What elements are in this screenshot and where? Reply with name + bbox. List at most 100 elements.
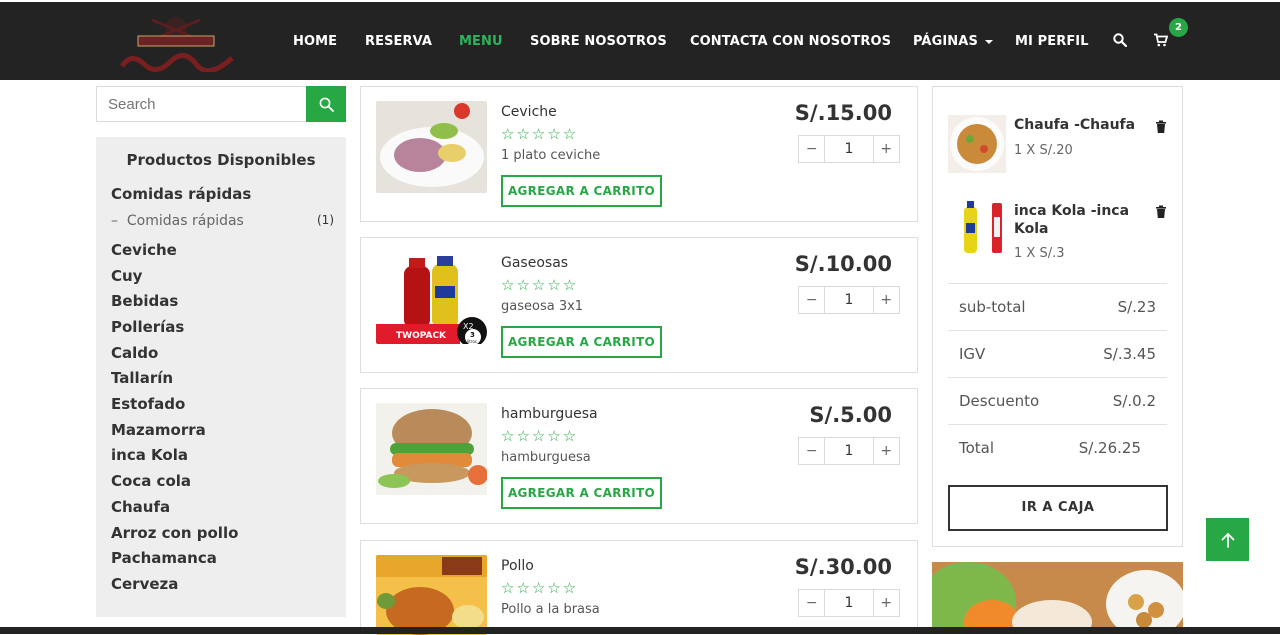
trash-icon[interactable] — [1154, 120, 1168, 134]
increment-button[interactable]: + — [874, 438, 899, 464]
summary-amount: S/.26.25 — [1078, 439, 1141, 457]
category-item[interactable]: inca Kola — [111, 446, 188, 464]
cart-item-image[interactable] — [948, 199, 1006, 257]
search-input[interactable] — [96, 86, 306, 122]
cart-item-qty: 1 X S/.3 — [1014, 246, 1065, 261]
category-item[interactable]: Chaufa — [111, 498, 170, 516]
product-card: hamburguesa ☆☆☆☆☆ hamburguesa AGREGAR A … — [360, 388, 918, 524]
sidebar-title: Productos Disponibles — [126, 151, 316, 169]
decrement-button[interactable]: − — [799, 136, 824, 162]
product-name[interactable]: hamburguesa — [501, 406, 598, 422]
nav-mi-perfil[interactable]: MI PERFIL — [1015, 34, 1089, 49]
category-item[interactable]: Coca cola — [111, 472, 191, 490]
quantity-value[interactable]: 1 — [824, 287, 874, 313]
checkout-button[interactable]: IR A CAJA — [948, 485, 1168, 531]
product-price: S/.10.00 — [794, 252, 892, 276]
rating-stars[interactable]: ☆☆☆☆☆ — [501, 276, 578, 294]
subcategory-comidas-rapidas[interactable]: – Comidas rápidas — [111, 213, 244, 229]
taskbar-strip — [0, 627, 1280, 634]
product-card: Pollo ☆☆☆☆☆ Pollo a la brasa S/.30.00 − … — [360, 540, 918, 635]
nav-paginas-label: PÁGINAS — [913, 34, 978, 49]
product-image-ceviche[interactable] — [376, 101, 487, 193]
search-icon — [319, 97, 334, 112]
summary-label: sub-total — [959, 298, 1026, 316]
summary-row-total: Total S/.26.25 — [948, 424, 1167, 471]
product-name[interactable]: Pollo — [501, 558, 534, 574]
scroll-to-top-button[interactable] — [1206, 518, 1249, 561]
quantity-value[interactable]: 1 — [824, 438, 874, 464]
rating-stars[interactable]: ☆☆☆☆☆ — [501, 125, 578, 143]
summary-row-descuento: Descuento S/.0.2 — [948, 377, 1167, 424]
trash-icon[interactable] — [1154, 205, 1168, 219]
nav-sobre-nosotros[interactable]: SOBRE NOSOTROS — [530, 34, 667, 49]
summary-row-igv: IGV S/.3.45 — [948, 330, 1167, 377]
summary-label: Total — [959, 439, 995, 457]
cart-count-badge: 2 — [1169, 18, 1188, 37]
quantity-stepper: − 1 + — [798, 589, 900, 617]
increment-button[interactable]: + — [874, 287, 899, 313]
product-price: S/.30.00 — [794, 555, 892, 579]
nav-paginas[interactable]: PÁGINAS — [913, 34, 993, 49]
quantity-value[interactable]: 1 — [824, 590, 874, 616]
promo-banner-image[interactable] — [932, 562, 1183, 634]
top-navbar: HOME RESERVA MENU SOBRE NOSOTROS CONTACT… — [0, 2, 1280, 80]
rating-stars[interactable]: ☆☆☆☆☆ — [501, 427, 578, 445]
category-item[interactable]: Cuy — [111, 267, 142, 285]
product-name[interactable]: Gaseosas — [501, 255, 568, 271]
quantity-stepper: − 1 + — [798, 286, 900, 314]
product-description: hamburguesa — [501, 450, 591, 465]
cart-item-name[interactable]: inca Kola -inca Kola — [1014, 202, 1149, 238]
search-button[interactable] — [306, 86, 346, 122]
product-image-gaseosas[interactable]: TWOPACK X2 3 litros — [376, 252, 487, 344]
category-item[interactable]: Arroz con pollo — [111, 524, 238, 542]
quantity-value[interactable]: 1 — [824, 136, 874, 162]
category-item[interactable]: Bebidas — [111, 292, 178, 310]
caret-down-icon — [984, 39, 993, 44]
category-comidas-rapidas[interactable]: Comidas rápidas — [111, 185, 251, 203]
product-card: TWOPACK X2 3 litros Gaseosas ☆☆☆☆☆ gaseo… — [360, 237, 918, 373]
increment-button[interactable]: + — [874, 136, 899, 162]
cart-item-name[interactable]: Chaufa -Chaufa — [1014, 116, 1149, 134]
decrement-button[interactable]: − — [799, 590, 824, 616]
product-card: Ceviche ☆☆☆☆☆ 1 plato ceviche AGREGAR A … — [360, 86, 918, 222]
cart-item-image[interactable] — [948, 115, 1006, 173]
nav-reserva[interactable]: RESERVA — [365, 34, 432, 49]
category-item[interactable]: Caldo — [111, 344, 158, 362]
promo-label: TWOPACK — [396, 331, 447, 341]
add-to-cart-button[interactable]: AGREGAR A CARRITO — [501, 326, 662, 358]
category-item[interactable]: Pachamanca — [111, 549, 217, 567]
subcategory-count: (1) — [317, 213, 334, 227]
category-item[interactable]: Mazamorra — [111, 421, 206, 439]
quantity-stepper: − 1 + — [798, 135, 900, 163]
category-sidebar: Productos Disponibles Comidas rápidas – … — [96, 137, 346, 617]
category-item[interactable]: Ceviche — [111, 241, 177, 259]
promo-badge-unit: litros — [467, 339, 477, 344]
nav-menu[interactable]: MENU — [459, 34, 503, 49]
decrement-button[interactable]: − — [799, 438, 824, 464]
summary-amount: S/.3.45 — [1103, 345, 1156, 363]
quantity-stepper: − 1 + — [798, 437, 900, 465]
nav-home[interactable]: HOME — [293, 34, 337, 49]
summary-label: IGV — [959, 345, 986, 363]
category-item[interactable]: Estofado — [111, 395, 185, 413]
nav-contacta[interactable]: CONTACTA CON NOSOTROS — [690, 34, 891, 49]
cart-icon[interactable] — [1153, 33, 1168, 47]
search-icon[interactable] — [1113, 33, 1127, 47]
summary-row-subtotal: sub-total S/.23 — [948, 283, 1167, 330]
product-image-pollo[interactable] — [376, 555, 487, 635]
add-to-cart-button[interactable]: AGREGAR A CARRITO — [501, 175, 662, 207]
category-item[interactable]: Cerveza — [111, 575, 178, 593]
category-item[interactable]: Pollerías — [111, 318, 184, 336]
promo-badge-number: 3 — [470, 331, 475, 339]
category-item[interactable]: Tallarín — [111, 369, 173, 387]
summary-amount: S/.0.2 — [1112, 392, 1156, 410]
rating-stars[interactable]: ☆☆☆☆☆ — [501, 579, 578, 597]
decrement-button[interactable]: − — [799, 287, 824, 313]
product-price: S/.5.00 — [809, 403, 892, 427]
add-to-cart-button[interactable]: AGREGAR A CARRITO — [501, 477, 662, 509]
restaurant-logo[interactable] — [112, 14, 240, 72]
product-image-hamburguesa[interactable] — [376, 403, 487, 495]
product-description: 1 plato ceviche — [501, 148, 601, 163]
product-name[interactable]: Ceviche — [501, 104, 557, 120]
increment-button[interactable]: + — [874, 590, 899, 616]
